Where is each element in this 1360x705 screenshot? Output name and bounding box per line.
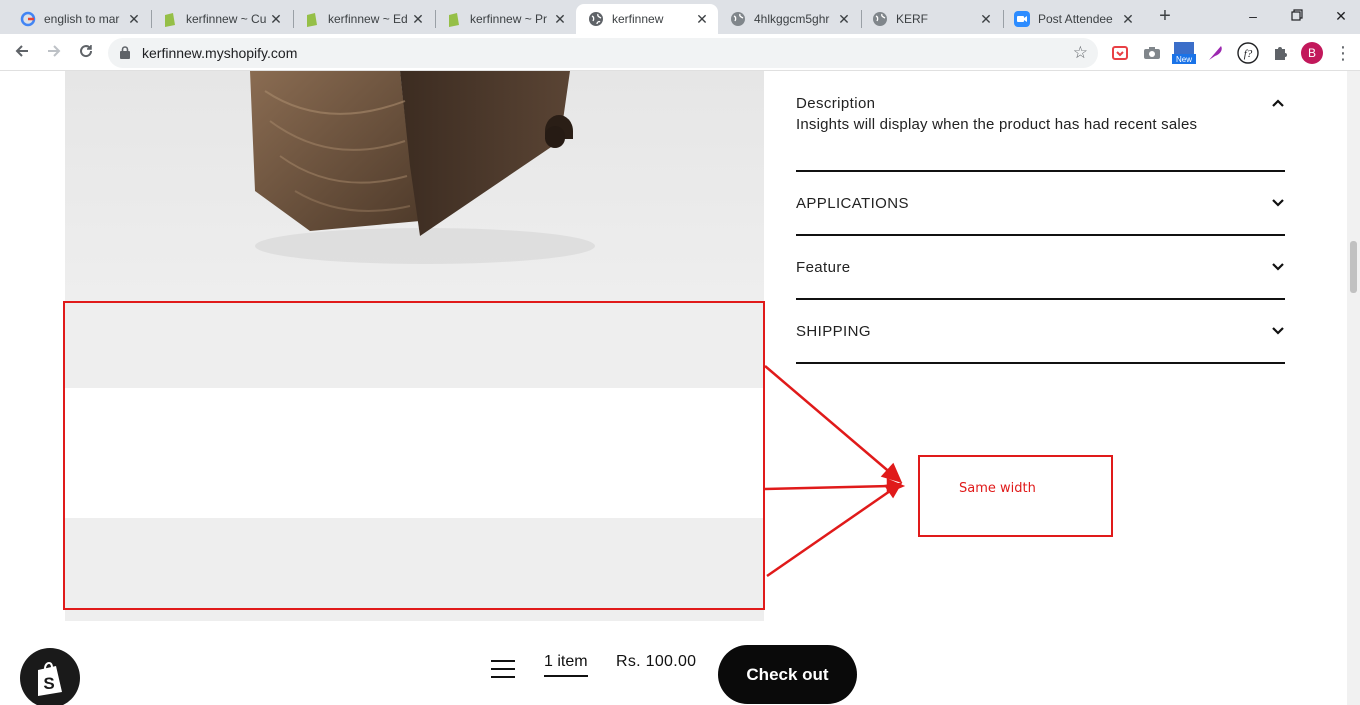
tab-title: kerfinnew ~ Ed	[328, 12, 408, 26]
globe-icon	[730, 11, 746, 27]
product-accordion: Description Insights will display when t…	[796, 71, 1285, 364]
url-text: kerfinnew.myshopify.com	[142, 45, 298, 61]
tab-title: kerfinnew ~ Cu	[186, 12, 266, 26]
accordion-title: SHIPPING	[796, 322, 871, 340]
tab-title: KERF	[896, 12, 929, 26]
annotation-label-box: Same width	[918, 455, 1113, 537]
zoom-icon	[1014, 11, 1030, 27]
accordion-title: Description	[796, 94, 876, 112]
tab-title: kerfinnew	[612, 12, 664, 26]
restore-window-icon[interactable]	[1286, 6, 1308, 26]
menu-kebab-icon[interactable]: ⋮	[1334, 42, 1352, 64]
page-content: Description Insights will display when t…	[0, 71, 1360, 705]
chevron-down-icon	[1272, 199, 1284, 207]
tab-title: kerfinnew ~ Pr	[470, 12, 548, 26]
close-tab-icon[interactable]: ✕	[978, 10, 994, 28]
bookmark-star-icon[interactable]: ☆	[1073, 43, 1088, 63]
browser-tab-active[interactable]: kerfinnew ✕	[576, 4, 718, 34]
close-tab-icon[interactable]: ✕	[1120, 10, 1136, 28]
browser-tab[interactable]: KERF ✕	[860, 4, 1002, 34]
close-window-icon[interactable]: ✕	[1330, 6, 1352, 26]
checkout-button[interactable]: Check out	[718, 645, 857, 704]
new-badge-text: New	[1176, 55, 1192, 64]
browser-tab[interactable]: 4hlkggcm5ghr ✕	[718, 4, 860, 34]
feather-pen-icon[interactable]	[1205, 42, 1227, 64]
camera-icon[interactable]	[1141, 42, 1163, 64]
shopify-bag-icon[interactable]: S	[20, 648, 80, 705]
close-tab-icon[interactable]: ✕	[268, 10, 284, 28]
shopify-icon	[304, 11, 320, 27]
browser-tab[interactable]: kerfinnew ~ Pr ✕	[434, 4, 576, 34]
back-arrow-icon[interactable]	[11, 42, 33, 64]
close-tab-icon[interactable]: ✕	[694, 10, 710, 28]
globe-icon	[872, 11, 888, 27]
chevron-up-icon	[1272, 99, 1284, 107]
page-scrollbar[interactable]	[1347, 71, 1360, 705]
browser-tab[interactable]: english to mar ✕	[8, 4, 150, 34]
font-finder-icon[interactable]: f?	[1237, 42, 1259, 64]
sticky-cart-bar: S 1 item Rs. 100.00 Check out	[0, 631, 1347, 705]
product-photo	[65, 71, 764, 301]
tab-title: 4hlkggcm5ghr	[754, 12, 830, 26]
close-tab-icon[interactable]: ✕	[552, 10, 568, 28]
browser-tab-bar: english to mar ✕ kerfinnew ~ Cu ✕ kerfin…	[0, 0, 1360, 34]
tab-title: Post Attendee	[1038, 12, 1113, 26]
address-bar[interactable]: kerfinnew.myshopify.com ☆	[108, 38, 1098, 68]
scrollbar-thumb[interactable]	[1350, 241, 1357, 293]
cart-item-count[interactable]: 1 item	[544, 653, 588, 677]
forward-arrow-icon[interactable]	[43, 42, 65, 64]
annotation-highlight-box	[63, 301, 765, 610]
chevron-down-icon	[1272, 327, 1284, 335]
shopify-icon	[446, 11, 462, 27]
accordion-feature-header[interactable]: Feature	[796, 236, 1285, 300]
puzzle-extensions-icon[interactable]	[1269, 42, 1291, 64]
close-tab-icon[interactable]: ✕	[126, 10, 142, 28]
hamburger-menu-icon[interactable]	[491, 660, 515, 678]
browser-toolbar: kerfinnew.myshopify.com ☆ New f? B ⋮	[0, 34, 1360, 71]
profile-avatar[interactable]: B	[1301, 42, 1323, 64]
browser-tab[interactable]: kerfinnew ~ Ed ✕	[292, 4, 434, 34]
google-icon	[20, 11, 36, 27]
accordion-applications-header[interactable]: APPLICATIONS	[796, 172, 1285, 236]
accordion-shipping-header[interactable]: SHIPPING	[796, 300, 1285, 364]
close-tab-icon[interactable]: ✕	[836, 10, 852, 28]
lock-icon	[120, 46, 130, 64]
svg-text:f?: f?	[1244, 48, 1253, 60]
chevron-down-icon	[1272, 263, 1284, 271]
accordion-title: APPLICATIONS	[796, 194, 909, 212]
shopify-icon	[162, 11, 178, 27]
extension-pocket-icon[interactable]	[1109, 42, 1131, 64]
cart-total-price: Rs. 100.00	[616, 653, 697, 670]
reload-icon[interactable]	[75, 42, 97, 64]
accordion-description-header[interactable]: Description	[796, 71, 1285, 135]
accordion-title: Feature	[796, 258, 851, 276]
annotation-label: Same width	[959, 481, 1036, 496]
browser-tab[interactable]: kerfinnew ~ Cu ✕	[150, 4, 292, 34]
new-extension-icon[interactable]: New	[1172, 42, 1196, 64]
tab-title: english to mar	[44, 12, 120, 26]
new-tab-button[interactable]: +	[1155, 6, 1175, 28]
svg-text:S: S	[43, 674, 54, 693]
browser-tab[interactable]: Post Attendee ✕	[1002, 4, 1144, 34]
globe-icon	[588, 11, 604, 27]
close-tab-icon[interactable]: ✕	[410, 10, 426, 28]
minimize-window-icon[interactable]: –	[1242, 6, 1264, 26]
